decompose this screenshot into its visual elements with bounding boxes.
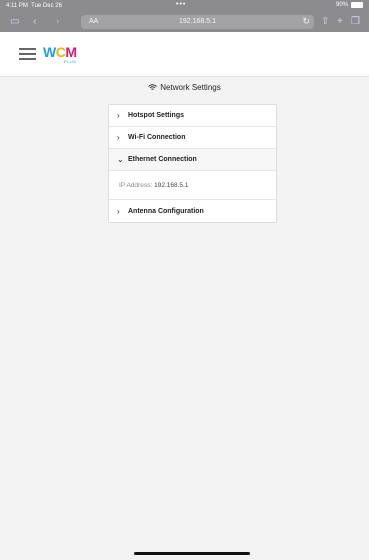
chevron-down-icon: ⌄ [117,155,124,164]
reload-icon[interactable]: ↻ [302,16,310,27]
section-label: Wi-Fi Connection [128,134,186,141]
ip-address-value: 192.168.5.1 [154,181,189,189]
new-tab-icon[interactable]: + [337,16,343,28]
status-time: 4:11 PM Tue Dec 26 [6,3,62,9]
ip-address-label: IP Address: [119,181,153,189]
sidebar-icon[interactable]: ▭ [10,16,19,28]
browser-toolbar: ▭ ‹ › AA 192.168.5.1 ↻ ⇧ + ❐ [0,12,369,32]
logo: WCM [43,44,77,60]
section-wifi-connection[interactable]: › Wi-Fi Connection [109,127,276,149]
status-bar: 4:11 PM Tue Dec 26 ••• 90% [0,0,369,12]
address-bar[interactable]: AA 192.168.5.1 ↻ [81,15,314,29]
battery-percent: 90% [335,2,348,8]
wifi-icon [148,84,158,91]
logo-subtitle: PLUS [64,59,77,64]
section-label: Antenna Configuration [128,207,204,215]
battery-icon [351,2,363,8]
page-title: Network Settings [0,83,369,92]
ethernet-ip-detail: IP Address: 192.168.5.1 [109,171,276,200]
multitask-dots[interactable]: ••• [176,1,186,8]
chevron-right-icon: › [117,206,120,216]
section-label: Hotspot Settings [128,112,184,119]
section-label: Ethernet Connection [128,156,197,163]
battery-indicator: 90% [336,2,363,8]
chevron-right-icon: › [117,133,120,142]
back-icon[interactable]: ‹ [33,16,36,28]
section-ethernet-connection[interactable]: ⌄ Ethernet Connection [109,149,276,171]
url-text: 192.168.5.1 [179,18,216,25]
menu-icon[interactable] [19,48,36,60]
chevron-right-icon: › [117,111,120,120]
section-antenna-configuration[interactable]: › Antenna Configuration [109,200,276,222]
home-indicator[interactable] [134,552,250,555]
forward-icon[interactable]: › [56,16,59,28]
tabs-icon[interactable]: ❐ [351,16,360,28]
page-title-text: Network Settings [160,83,221,92]
section-hotspot-settings[interactable]: › Hotspot Settings [109,105,276,127]
app-header: WCM PLUS [0,32,369,77]
share-icon[interactable]: ⇧ [321,16,329,28]
settings-accordion: › Hotspot Settings › Wi-Fi Connection ⌄ … [108,104,277,223]
